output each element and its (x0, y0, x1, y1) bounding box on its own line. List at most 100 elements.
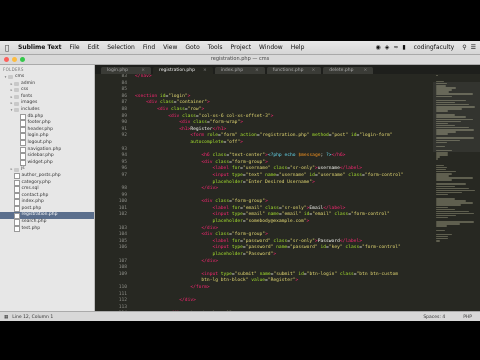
file-item[interactable]: footer.php (0, 120, 94, 127)
menu-help[interactable]: Help (287, 44, 309, 51)
editor-tab[interactable]: login.php × (101, 67, 151, 74)
folder-item[interactable]: ▾ includes (0, 107, 94, 114)
editor-tab[interactable]: functions.php × (266, 67, 322, 74)
file-item[interactable]: registration.php (0, 212, 94, 220)
folder-item[interactable]: ▸ fonts (0, 94, 94, 101)
code-line[interactable]: 112 </div> (95, 298, 433, 305)
dropbox-icon[interactable]: ◈ (385, 44, 390, 51)
code-line[interactable]: 88 <div class = "row" > (95, 107, 433, 114)
menu-tools[interactable]: Tools (204, 44, 227, 51)
folder-item[interactable]: ▸ js (0, 166, 94, 173)
battery-icon[interactable]: ▮ (402, 44, 405, 51)
tree-item-label: cms (15, 74, 25, 79)
menu-goto[interactable]: Goto (181, 44, 203, 51)
code-line[interactable]: 104 <div class = "form-group" > (95, 232, 433, 239)
tab-close-icon[interactable]: × (311, 67, 315, 74)
folder-item[interactable]: ▸ css (0, 87, 94, 94)
minimap-line (436, 206, 448, 208)
tab-label: login.php (107, 68, 128, 73)
minimap-viewport[interactable] (433, 82, 480, 152)
file-icon (20, 146, 26, 154)
file-item[interactable]: contact.php (0, 193, 94, 200)
folder-item[interactable]: ▸ images (0, 100, 94, 107)
menu-selection[interactable]: Selection (103, 44, 139, 51)
code-line[interactable]: 110 </form> (95, 285, 433, 292)
screen-record-icon[interactable]: ◉ (375, 44, 380, 51)
code-line[interactable]: placeholder = "Password" > (95, 252, 433, 259)
code-line[interactable]: 83 < / nav > (95, 74, 433, 81)
file-item[interactable]: login.php (0, 133, 94, 140)
wifi-icon[interactable]: ≈ (393, 44, 398, 51)
code-line[interactable]: 92 <form role = "form" action = "registratio… (95, 133, 433, 140)
menu-view[interactable]: View (159, 44, 181, 51)
code-token: class (265, 205, 279, 211)
line-number: 97 (121, 172, 127, 178)
menubar-user[interactable]: codingfaculty (410, 44, 459, 51)
code-token: name (276, 245, 288, 251)
syntax-setting[interactable]: PHP (463, 315, 472, 320)
code-token: <form (190, 133, 205, 139)
file-item[interactable]: category.php (0, 180, 94, 187)
code-line[interactable]: 89 <div class = "col-xs-6 col-xs-offset-3"… (95, 114, 433, 121)
code-line[interactable]: 100 <div class = "form-group" > (95, 199, 433, 206)
file-item[interactable]: test.php (0, 226, 94, 233)
folder-item[interactable]: ▾ cms (0, 74, 94, 81)
code-token: "form-control" (362, 245, 401, 251)
tab-close-icon[interactable]: × (203, 67, 207, 74)
code-line[interactable]: autocomplete = "off" > (95, 140, 433, 147)
code-line[interactable]: 94 <h6 class = "text-center" > <?php echo $m… (95, 153, 433, 160)
code-line[interactable]: 84 (95, 81, 433, 88)
menu-find[interactable]: Find (139, 44, 159, 51)
file-item[interactable]: logout.php (0, 140, 94, 147)
file-item[interactable]: widget.php (0, 160, 94, 167)
menu-app-name[interactable]: Sublime Text (14, 44, 66, 51)
code-line[interactable]: 111 (95, 292, 433, 299)
search-icon[interactable]: ⚲ (462, 44, 466, 51)
code-token: "registration.php" (259, 133, 310, 139)
code-line[interactable]: 97 <input type = "text" name = "username" id… (95, 173, 433, 180)
file-item[interactable]: cms.sql (0, 186, 94, 193)
code-line[interactable]: btn-lg btn-block" value = "Register" > (95, 278, 433, 285)
zoom-window-icon[interactable] (20, 57, 25, 62)
close-window-icon[interactable] (4, 57, 9, 62)
code-line[interactable]: 108 (95, 265, 433, 272)
menu-project[interactable]: Project (227, 44, 256, 51)
tab-label: index.php (220, 68, 244, 73)
file-item[interactable]: sidebar.php (0, 153, 94, 160)
editor-tab[interactable]: delete.php × (323, 67, 374, 74)
code-line[interactable]: placeholder = "somebody@example.com" > (95, 219, 433, 226)
notifications-icon[interactable]: ☰ (471, 44, 476, 51)
tab-close-icon[interactable]: × (255, 67, 259, 74)
menu-file[interactable]: File (66, 44, 84, 51)
code-token: "form-group" (231, 199, 266, 205)
code-area[interactable]: 83 < / nav >84 85 86 <section id = "login" >87 <di… (95, 74, 433, 311)
panel-toggle-icon[interactable]: ▦ (4, 315, 8, 320)
code-line[interactable]: 96 <label for = "username" class = "sr-only"… (95, 166, 433, 173)
code-line[interactable]: placeholder = "Enter Desired Username" > (95, 180, 433, 187)
folder-icon (14, 101, 19, 106)
menu-edit[interactable]: Edit (84, 44, 104, 51)
code-line[interactable]: 85 (95, 87, 433, 94)
line-number: 108 (118, 265, 127, 271)
editor-tab[interactable]: registration.php × (153, 67, 213, 74)
code-line[interactable]: 90 <div class = "form-wrap" > (95, 120, 433, 127)
menu-window[interactable]: Window (255, 44, 287, 51)
folder-item[interactable]: ▸ admin (0, 81, 94, 88)
editor-tab[interactable]: index.php × (214, 67, 265, 74)
tab-close-icon[interactable]: × (141, 67, 145, 74)
code-line[interactable]: 107 </div> (95, 259, 433, 266)
apple-icon[interactable]:  (0, 44, 14, 52)
file-item[interactable]: index.php (0, 199, 94, 206)
code-token: > (295, 278, 299, 284)
file-item[interactable]: search.php (0, 219, 94, 226)
code-line[interactable]: 87 <div class = "container" > (95, 100, 433, 107)
line-number: 84 (121, 80, 127, 86)
minimap[interactable] (433, 74, 480, 311)
code-token: > (265, 232, 268, 238)
file-icon (20, 120, 26, 127)
code-line[interactable]: 98 </div> (95, 186, 433, 193)
file-item[interactable]: author_posts.php (0, 173, 94, 180)
tab-close-icon[interactable]: × (363, 67, 367, 74)
minimize-window-icon[interactable] (12, 57, 17, 62)
indentation-setting[interactable]: Spaces: 4 (423, 315, 445, 320)
